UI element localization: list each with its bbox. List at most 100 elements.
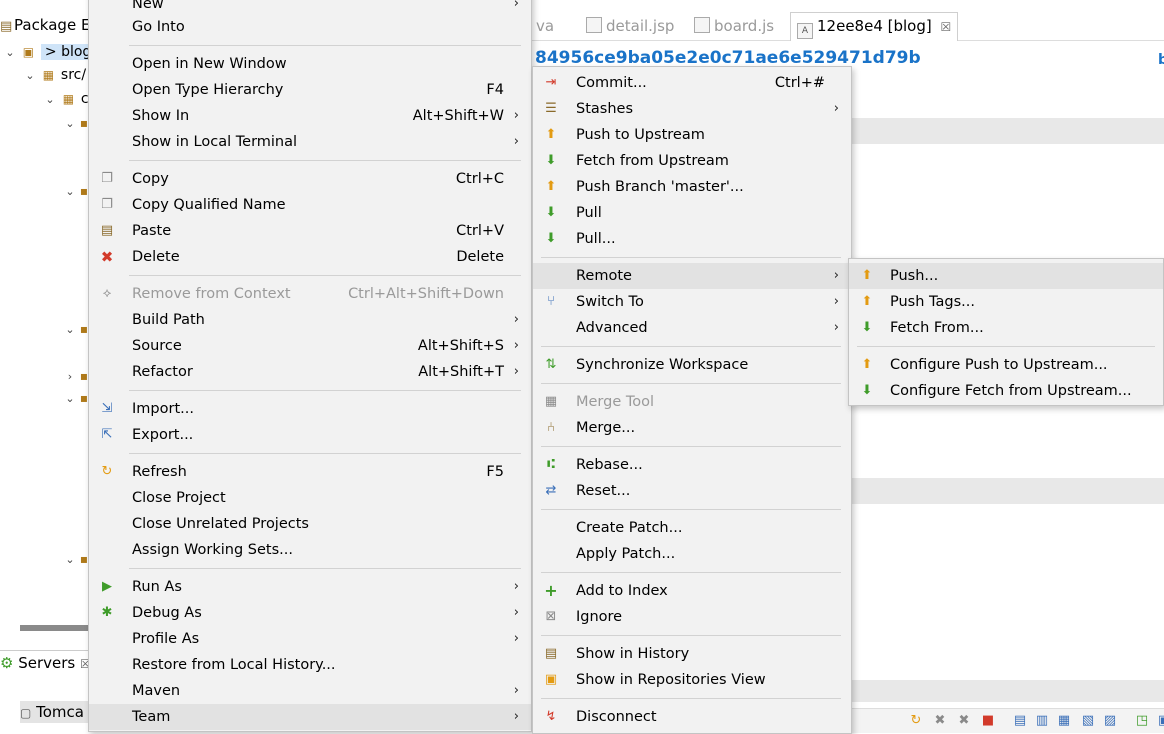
context-menu: New › Go Into Open in New Window Open Typ…: [88, 0, 532, 732]
menu-item-push-tags[interactable]: ⬆ Push Tags...: [849, 289, 1163, 315]
menu-item-configure-push-to-upstream[interactable]: ⬆ Configure Push to Upstream...: [849, 352, 1163, 378]
menu-separator: [129, 275, 521, 276]
menu-item-synchronize-workspace[interactable]: ⇅ Synchronize Workspace: [533, 352, 851, 378]
menu-item-disconnect[interactable]: ↯ Disconnect: [533, 704, 851, 730]
debug-icon: ✱: [101, 605, 113, 620]
remove-all-icon[interactable]: ✖: [956, 713, 972, 729]
menu-item-advanced[interactable]: Advanced ›: [533, 315, 851, 341]
menu-separator: [541, 509, 841, 510]
history-icon: ▤: [544, 646, 558, 661]
menu-item-configure-fetch-from-upstream[interactable]: ⬇ Configure Fetch from Upstream...: [849, 378, 1163, 404]
pin-console-icon[interactable]: ▧: [1080, 713, 1096, 729]
chevron-right-icon[interactable]: ›: [64, 366, 76, 388]
menu-item-refresh[interactable]: ↻ Refresh F5: [89, 459, 531, 485]
menu-item-remove-from-context: ⟡ Remove from Context Ctrl+Alt+Shift+Down: [89, 281, 531, 307]
menu-item-create-patch[interactable]: Create Patch...: [533, 515, 851, 541]
menu-item-show-in-local-terminal[interactable]: Show in Local Terminal ›: [89, 129, 531, 155]
menu-item-open-type-hierarchy[interactable]: Open Type Hierarchy F4: [89, 77, 531, 103]
menu-item-run-as[interactable]: ▶ Run As ›: [89, 574, 531, 600]
server-icon: ▢: [20, 706, 32, 720]
fetch-upstream-icon: ⬇: [545, 153, 557, 168]
chevron-down-icon[interactable]: ⌄: [4, 42, 16, 64]
display-selected-icon[interactable]: ▨: [1102, 713, 1118, 729]
menu-item-assign-working-sets[interactable]: Assign Working Sets...: [89, 537, 531, 563]
menu-item-close-project[interactable]: Close Project: [89, 485, 531, 511]
menu-item-source[interactable]: Source Alt+Shift+S ›: [89, 333, 531, 359]
sync-icon[interactable]: ↻: [908, 713, 924, 729]
remove-icon[interactable]: ✖: [932, 713, 948, 729]
menu-item-go-into[interactable]: Go Into: [89, 14, 531, 40]
chevron-down-icon[interactable]: ⌄: [64, 549, 76, 571]
console-icon[interactable]: ▤: [1012, 713, 1028, 729]
menu-item-close-unrelated-projects[interactable]: Close Unrelated Projects: [89, 511, 531, 537]
menu-item-refactor[interactable]: Refactor Alt+Shift+T ›: [89, 359, 531, 385]
menu-item-commit[interactable]: ⇥ Commit... Ctrl+#: [533, 70, 851, 96]
tree-item-package[interactable]: ⌄ ▦ c: [44, 88, 88, 111]
menu-item-switch-to[interactable]: ⑂ Switch To ›: [533, 289, 851, 315]
tree-item-project[interactable]: ⌄ ▣ > blog: [4, 41, 96, 64]
menu-item-maven[interactable]: Maven ›: [89, 678, 531, 704]
server-item-tomcat[interactable]: ▢ Tomca: [20, 701, 90, 723]
menu-item-show-in-history[interactable]: ▤ Show in History: [533, 641, 851, 667]
servers-tab[interactable]: ⚙ Servers ☒: [0, 650, 91, 675]
chevron-down-icon[interactable]: ⌄: [44, 89, 56, 111]
paste-icon: ▤: [100, 223, 114, 238]
menu-item-show-in[interactable]: Show In Alt+Shift+W ›: [89, 103, 531, 129]
word-wrap-icon[interactable]: ▦: [1056, 713, 1072, 729]
chevron-down-icon[interactable]: ⌄: [64, 181, 76, 203]
tab-board-js[interactable]: board.js: [694, 14, 774, 38]
menu-item-restore-from-local-history[interactable]: Restore from Local History...: [89, 652, 531, 678]
menu-item-team[interactable]: Team ›: [89, 704, 531, 730]
menu-item-remote[interactable]: Remote ›: [533, 263, 851, 289]
scroll-lock-icon[interactable]: ▥: [1034, 713, 1050, 729]
stop-icon[interactable]: ■: [980, 713, 996, 729]
menu-item-import[interactable]: ⇲ Import...: [89, 396, 531, 422]
chevron-down-icon[interactable]: ⌄: [24, 65, 36, 87]
menu-item-push[interactable]: ⬆ Push...: [849, 263, 1163, 289]
menu-item-profile-as[interactable]: Profile As ›: [89, 626, 531, 652]
server-item-tomcat-label: Tomca: [36, 703, 84, 721]
push-tags-icon: ⬆: [861, 294, 873, 309]
chevron-down-icon[interactable]: ⌄: [64, 113, 76, 135]
tab-java-file[interactable]: va: [536, 14, 554, 38]
section-header: [850, 118, 1164, 144]
horizontal-scrollbar[interactable]: [20, 625, 90, 631]
menu-item-debug-as[interactable]: ✱ Debug As ›: [89, 600, 531, 626]
menu-item-apply-patch[interactable]: Apply Patch...: [533, 541, 851, 567]
team-submenu: ⇥ Commit... Ctrl+# ☰ Stashes › ⬆ Push to Upst…: [532, 66, 852, 734]
tab-commit-blog[interactable]: A 12ee8e4 [blog] ☒: [790, 12, 959, 41]
menu-item-fetch-from[interactable]: ⬇ Fetch From...: [849, 315, 1163, 341]
fetch-icon: ⬇: [861, 320, 873, 335]
menu-item-export[interactable]: ⇱ Export...: [89, 422, 531, 448]
menu-item-add-to-index[interactable]: + Add to Index: [533, 578, 851, 604]
new-console-icon[interactable]: ▣: [1156, 713, 1164, 729]
chevron-down-icon[interactable]: ⌄: [64, 388, 76, 410]
menu-item-merge[interactable]: ⑃ Merge...: [533, 415, 851, 441]
run-icon: ▶: [102, 579, 112, 594]
menu-item-rebase[interactable]: ⑆ Rebase...: [533, 452, 851, 478]
menu-item-push-branch-master[interactable]: ⬆ Push Branch 'master'...: [533, 174, 851, 200]
menu-item-show-in-repositories-view[interactable]: ▣ Show in Repositories View: [533, 667, 851, 693]
menu-item-open-in-new-window[interactable]: Open in New Window: [89, 51, 531, 77]
menu-item-pull-dialog[interactable]: ⬇ Pull...: [533, 226, 851, 252]
menu-item-reset[interactable]: ⇄ Reset...: [533, 478, 851, 504]
tab-detail-jsp[interactable]: detail.jsp: [586, 14, 674, 38]
edge-link[interactable]: b: [1158, 52, 1164, 68]
menu-item-fetch-from-upstream[interactable]: ⬇ Fetch from Upstream: [533, 148, 851, 174]
chevron-down-icon[interactable]: ⌄: [64, 319, 76, 341]
menu-item-ignore[interactable]: ⊠ Ignore: [533, 604, 851, 630]
menu-item-pull[interactable]: ⬇ Pull: [533, 200, 851, 226]
open-console-icon[interactable]: ◳: [1134, 713, 1150, 729]
pull-dialog-icon: ⬇: [545, 231, 557, 246]
menu-item-paste[interactable]: ▤ Paste Ctrl+V: [89, 218, 531, 244]
tree-item-src[interactable]: ⌄ ▦ src/: [24, 64, 86, 86]
menu-item-copy-qualified-name[interactable]: ❐ Copy Qualified Name: [89, 192, 531, 218]
menu-item-push-to-upstream[interactable]: ⬆ Push to Upstream: [533, 122, 851, 148]
package-explorer-tab[interactable]: ▤ Package E: [0, 12, 90, 38]
close-icon[interactable]: ☒: [941, 20, 952, 34]
menu-separator: [541, 572, 841, 573]
menu-item-copy[interactable]: ❐ Copy Ctrl+C: [89, 166, 531, 192]
menu-item-delete[interactable]: ✖ Delete Delete: [89, 244, 531, 270]
menu-item-stashes[interactable]: ☰ Stashes ›: [533, 96, 851, 122]
menu-item-build-path[interactable]: Build Path ›: [89, 307, 531, 333]
